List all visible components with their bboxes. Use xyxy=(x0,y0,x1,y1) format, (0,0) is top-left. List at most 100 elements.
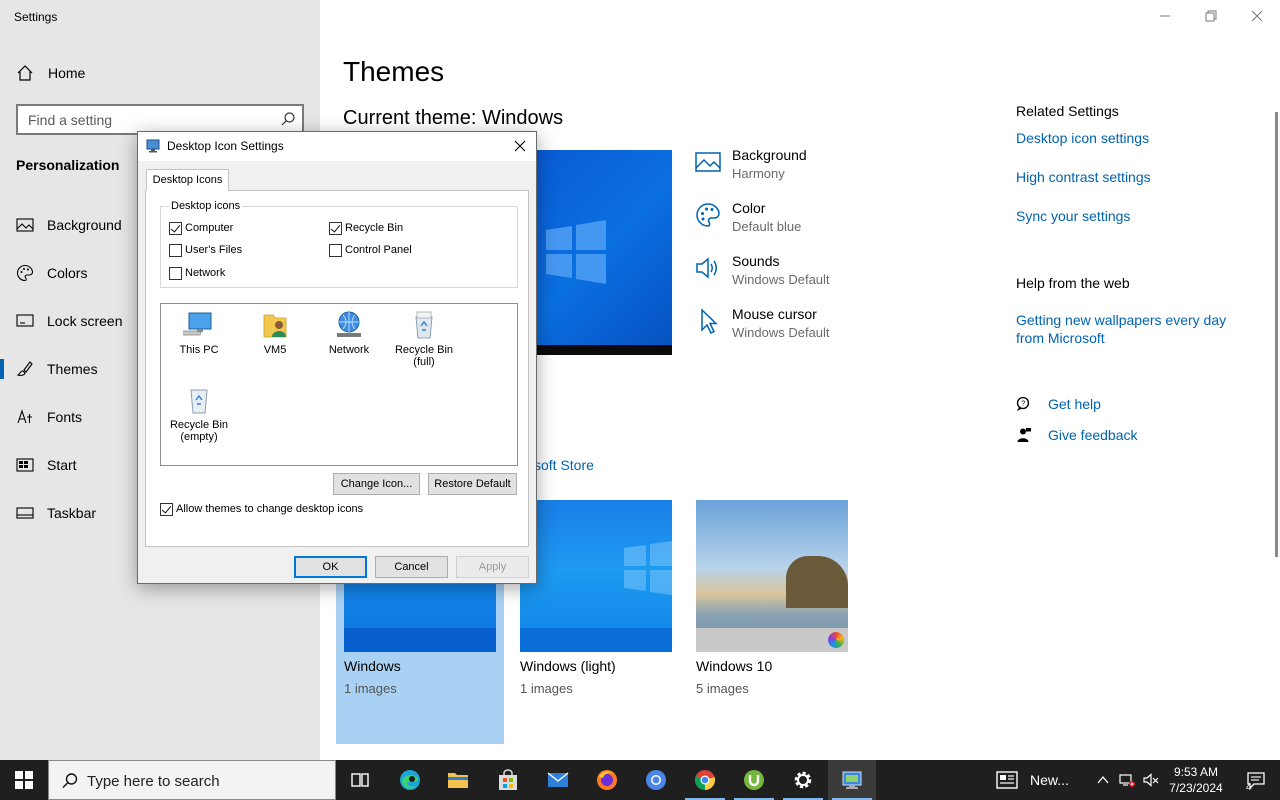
icon-item-recycle-bin-full[interactable]: Recycle Bin (full) xyxy=(386,309,462,368)
taskbar-search-box[interactable] xyxy=(48,760,336,800)
checkbox-network[interactable]: Network xyxy=(169,265,225,281)
search-icon xyxy=(281,112,295,126)
related-settings-title: Related Settings xyxy=(1016,103,1119,119)
icon-item-label: This PC xyxy=(179,344,219,356)
restore-default-button[interactable]: Restore Default xyxy=(428,473,517,495)
taskbar-search-input[interactable] xyxy=(87,771,317,791)
scrollbar[interactable] xyxy=(1275,112,1278,557)
feedback-person-icon xyxy=(1017,428,1031,442)
task-view-button[interactable] xyxy=(336,760,384,800)
ok-button[interactable]: OK xyxy=(294,556,367,578)
icon-item-this-pc[interactable]: This PC xyxy=(161,309,237,356)
network-disconnected-icon xyxy=(1119,774,1135,787)
icon-item-label: Network xyxy=(328,344,370,356)
recycle-bin-empty-icon xyxy=(190,389,208,414)
checkbox-recycle-bin[interactable]: Recycle Bin xyxy=(329,220,403,236)
theme-prop-color[interactable]: Color Default blue xyxy=(695,200,955,244)
network-tray-button[interactable] xyxy=(1116,760,1138,800)
mail-icon xyxy=(547,772,569,787)
taskbar-app-mail[interactable] xyxy=(534,760,582,800)
task-view-icon xyxy=(351,773,369,787)
brush-icon xyxy=(16,361,33,376)
checkbox-control-panel[interactable]: Control Panel xyxy=(329,242,412,258)
icon-item-network[interactable]: Network xyxy=(311,309,387,356)
store-link[interactable]: soft Store xyxy=(534,457,594,473)
icon-item-recycle-bin-empty[interactable]: Recycle Bin (empty) xyxy=(161,384,237,443)
checkbox-label: Allow themes to change desktop icons xyxy=(176,503,364,515)
gear-icon xyxy=(794,771,812,789)
wallpapers-help-link[interactable]: Getting new wallpapers every day from Mi… xyxy=(1016,311,1246,347)
checkbox-allow-themes[interactable]: Allow themes to change desktop icons xyxy=(160,501,363,517)
apply-button[interactable]: Apply xyxy=(456,556,529,578)
theme-tile-windows-10[interactable]: Windows 10 5 images xyxy=(696,500,848,696)
show-hidden-icons-button[interactable] xyxy=(1092,760,1114,800)
checkbox-users-files[interactable]: User's Files xyxy=(169,242,242,258)
checkbox-box xyxy=(169,266,182,280)
taskbar-app-settings[interactable] xyxy=(779,760,827,800)
minimize-button[interactable] xyxy=(1142,0,1188,32)
firefox-icon xyxy=(597,770,617,790)
high-contrast-settings-link[interactable]: High contrast settings xyxy=(1016,169,1151,185)
sidebar-item-label: Fonts xyxy=(47,409,83,425)
desktop-icon-settings-link[interactable]: Desktop icon settings xyxy=(1016,130,1149,146)
close-button[interactable] xyxy=(1234,0,1280,32)
window-controls xyxy=(1142,0,1280,32)
notification-count: 4 xyxy=(1246,782,1252,793)
theme-prop-label: Sounds xyxy=(732,253,780,269)
settings-search-input[interactable] xyxy=(28,111,268,129)
theme-tile-windows-light[interactable]: Windows (light) 1 images xyxy=(520,500,672,696)
theme-prop-sounds[interactable]: Sounds Windows Default xyxy=(695,253,955,297)
taskbar-app-chromium[interactable] xyxy=(632,760,680,800)
checkbox-box xyxy=(169,221,182,235)
checkbox-box xyxy=(169,243,182,257)
restore-button[interactable] xyxy=(1188,0,1234,32)
give-feedback-link[interactable]: Give feedback xyxy=(1016,424,1138,446)
volume-tray-button[interactable] xyxy=(1140,760,1162,800)
section-title: Personalization xyxy=(16,157,120,173)
theme-thumbnail xyxy=(520,500,672,652)
sidebar-item-label: Taskbar xyxy=(47,505,97,521)
recycle-bin-full-icon xyxy=(415,311,433,339)
taskbar-app-store[interactable] xyxy=(484,760,532,800)
icon-item-user-files[interactable]: VM5 xyxy=(237,309,313,356)
sidebar-item-label: Themes xyxy=(47,361,98,377)
dialog-close-button[interactable] xyxy=(510,136,530,156)
tab-desktop-icons[interactable]: Desktop Icons xyxy=(146,169,229,191)
news-widget[interactable]: New... xyxy=(996,760,1069,800)
desktop-icon-list[interactable]: This PC VM5 Network Recycle Bin (full) R… xyxy=(160,303,518,466)
app-title: Settings xyxy=(14,10,58,24)
sidebar-item-label: Colors xyxy=(47,265,88,281)
taskbar-app-control-panel[interactable] xyxy=(828,760,876,800)
theme-image-count: 1 images xyxy=(520,681,573,696)
action-center-button[interactable] xyxy=(1232,760,1280,800)
cancel-button[interactable]: Cancel xyxy=(375,556,448,578)
network-globe-icon xyxy=(337,311,361,337)
dialog-title: Desktop Icon Settings xyxy=(167,139,284,153)
clock-time: 9:53 AM xyxy=(1173,765,1219,779)
taskbar-app-edge[interactable] xyxy=(386,760,434,800)
taskbar-app-file-explorer[interactable] xyxy=(434,760,482,800)
theme-prop-background[interactable]: Background Harmony xyxy=(695,147,955,191)
theme-prop-mouse-cursor[interactable]: Mouse cursor Windows Default xyxy=(695,306,955,350)
theme-prop-label: Color xyxy=(732,200,766,216)
dialog-titlebar[interactable]: Desktop Icon Settings xyxy=(138,132,536,161)
start-icon xyxy=(16,458,34,472)
get-help-link[interactable]: ? Get help xyxy=(1016,393,1101,415)
taskbar-app-utorrent[interactable] xyxy=(730,760,778,800)
utorrent-icon xyxy=(744,770,764,790)
checkbox-label: User's Files xyxy=(185,244,243,256)
clock-date: 7/23/2024 xyxy=(1169,781,1223,795)
change-icon-button[interactable]: Change Icon... xyxy=(333,473,420,495)
start-button[interactable] xyxy=(0,760,48,800)
home-nav-item[interactable]: Home xyxy=(16,62,85,84)
sidebar-item-label: Lock screen xyxy=(47,313,123,329)
system-clock[interactable]: 9:53 AM 7/23/2024 xyxy=(1160,764,1232,796)
restore-icon xyxy=(1205,10,1217,22)
search-icon xyxy=(62,773,78,788)
taskbar-app-chrome[interactable] xyxy=(681,760,729,800)
checkbox-computer[interactable]: Computer xyxy=(169,220,233,236)
taskbar-app-firefox[interactable] xyxy=(583,760,631,800)
sync-settings-link[interactable]: Sync your settings xyxy=(1016,208,1130,224)
current-theme-heading: Current theme: Windows xyxy=(343,107,564,129)
chromium-icon xyxy=(646,770,666,790)
